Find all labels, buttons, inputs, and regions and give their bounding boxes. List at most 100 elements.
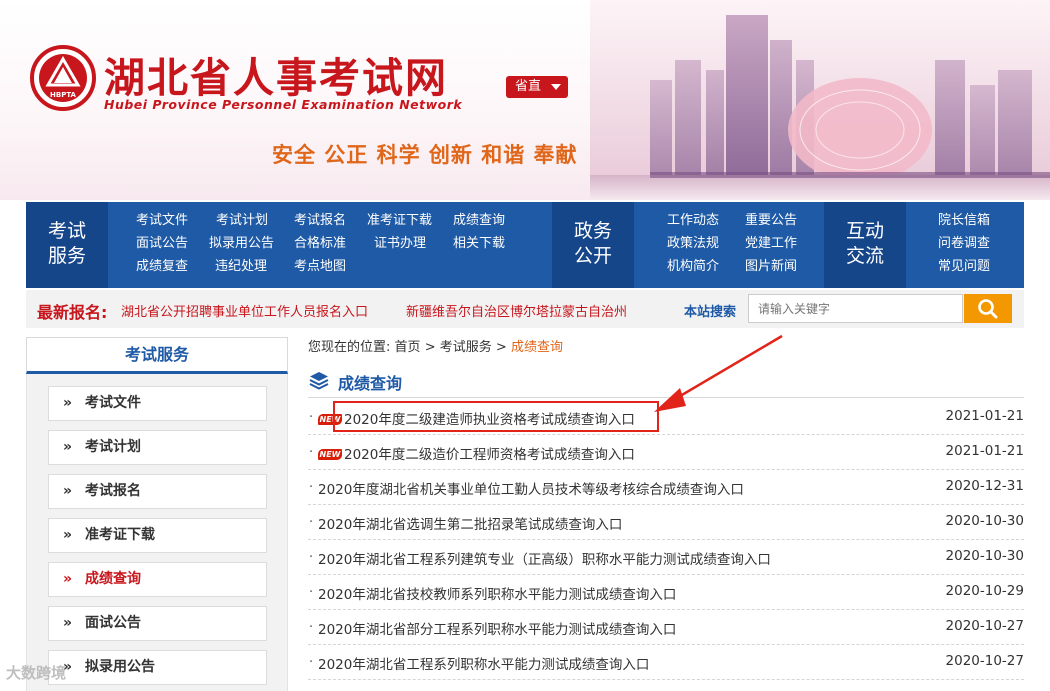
- latest-label: 最新报名:: [37, 303, 108, 322]
- logo-text: HBPTA: [50, 91, 77, 99]
- sidebar-item-label: 拟录用公告: [85, 659, 155, 675]
- nav-link[interactable]: 面试公告: [136, 235, 216, 253]
- nav-link[interactable]: 考试报名: [294, 212, 367, 230]
- breadcrumb-exam-service[interactable]: 考试服务: [440, 340, 492, 355]
- city-skyline-banner: [590, 0, 1050, 200]
- nav-link[interactable]: 考试文件: [136, 212, 216, 230]
- list-item-title[interactable]: 2020年湖北省部分工程系列职称水平能力测试成绩查询入口: [318, 618, 676, 638]
- sidebar-item-admission-ticket[interactable]: » 准考证下载: [48, 518, 267, 553]
- list-item[interactable]: · 2020年度湖北省机关事业单位工勤人员技术等级考核综合成绩查询入口 2020…: [308, 470, 1024, 505]
- nav-link[interactable]: 重要公告: [745, 212, 815, 230]
- sidebar-item-label: 考试报名: [85, 483, 141, 499]
- nav-link[interactable]: 准考证下载: [367, 212, 453, 230]
- search-button[interactable]: [964, 294, 1012, 323]
- list-item[interactable]: · NEW 2020年度二级造价工程师资格考试成绩查询入口 2021-01-21: [308, 435, 1024, 470]
- list-item-date: 2020-10-30: [945, 548, 1024, 564]
- nav-link[interactable]: 政策法规: [667, 235, 745, 253]
- double-chevron-icon: »: [63, 659, 73, 675]
- watermark: 大数跨境: [6, 664, 67, 682]
- list-item[interactable]: · 2020年湖北省工程系列建筑专业（正高级）职称水平能力测试成绩查询入口 20…: [308, 540, 1024, 575]
- nav-link[interactable]: 工作动态: [667, 212, 745, 230]
- breadcrumb-separator: >: [495, 340, 507, 355]
- nav-link[interactable]: 机构简介: [667, 258, 745, 276]
- latest-item[interactable]: 湖北省公开招聘事业单位工作人员报名入口: [121, 301, 368, 320]
- list-item-text: 2020年度二级造价工程师资格考试成绩查询入口: [344, 447, 635, 463]
- double-chevron-icon: »: [63, 483, 73, 499]
- hbpta-logo: HBPTA: [30, 45, 96, 111]
- list-item-title[interactable]: 2020年湖北省选调生第二批招录笔试成绩查询入口: [318, 513, 622, 533]
- caret-down-icon: [551, 84, 561, 90]
- site-title[interactable]: 湖北省人事考试网: [104, 44, 448, 104]
- list-item[interactable]: · 2020年湖北省工程系列职称水平能力测试成绩查询入口 2020-10-27: [308, 645, 1024, 680]
- double-chevron-icon: »: [63, 439, 73, 455]
- double-chevron-icon: »: [63, 615, 73, 631]
- section-title: 成绩查询: [338, 374, 403, 393]
- list-item-title[interactable]: 2020年湖北省工程系列职称水平能力测试成绩查询入口: [318, 653, 649, 673]
- sidebar-item-exam-docs[interactable]: » 考试文件: [48, 386, 267, 421]
- list-item[interactable]: · 2020年湖北省选调生第二批招录笔试成绩查询入口 2020-10-30: [308, 505, 1024, 540]
- nav-link[interactable]: 考试计划: [216, 212, 294, 230]
- sidebar-item-score-query[interactable]: » 成绩查询: [48, 562, 267, 597]
- nav-block-interaction[interactable]: 互动 交流: [824, 202, 906, 288]
- sidebar-item-exam-plan[interactable]: » 考试计划: [48, 430, 267, 465]
- list-item[interactable]: · 2020年湖北省技校教师系列职称水平能力测试成绩查询入口 2020-10-2…: [308, 575, 1024, 610]
- nav-link[interactable]: 院长信箱: [938, 212, 1008, 230]
- nav-link[interactable]: 拟录用公告: [209, 235, 294, 253]
- sidebar-item-hiring-notice[interactable]: » 拟录用公告: [48, 650, 267, 685]
- breadcrumb-home[interactable]: 首页: [395, 340, 421, 355]
- nav-link[interactable]: 问卷调查: [938, 235, 1008, 253]
- nav-exam-links: 考试文件 考试计划 考试报名 准考证下载 成绩查询 面试公告 拟录用公告 合格标…: [136, 212, 513, 276]
- list-item-date: 2020-10-27: [945, 653, 1024, 669]
- site-subtitle: Hubei Province Personnel Examination Net…: [104, 97, 463, 112]
- latest-signup-bar: 最新报名: 湖北省公开招聘事业单位工作人员报名入口 新疆维吾尔自治区博尔塔拉蒙古…: [26, 290, 1024, 328]
- list-item-title[interactable]: 2020年湖北省技校教师系列职称水平能力测试成绩查询入口: [318, 583, 676, 603]
- search-input[interactable]: [748, 294, 963, 323]
- nav-gov-links: 工作动态 重要公告 政策法规 党建工作 机构简介 图片新闻: [667, 212, 815, 276]
- double-chevron-icon: »: [63, 571, 73, 587]
- nav-link[interactable]: 相关下载: [453, 235, 513, 253]
- nav-link[interactable]: 常见问题: [938, 258, 1008, 276]
- bullet: ·: [309, 410, 314, 425]
- nav-link[interactable]: 证书办理: [367, 235, 453, 253]
- list-item[interactable]: · 2020年湖北省部分工程系列职称水平能力测试成绩查询入口 2020-10-2…: [308, 610, 1024, 645]
- annotation-arrow-icon: [654, 334, 783, 412]
- nav-link[interactable]: 违纪处理: [215, 258, 294, 276]
- latest-item[interactable]: 新疆维吾尔自治区博尔塔拉蒙古自治州: [406, 301, 642, 320]
- bullet: ·: [309, 655, 314, 670]
- double-chevron-icon: »: [63, 395, 73, 411]
- region-select[interactable]: 省直: [506, 76, 568, 98]
- highlight-box: [333, 401, 659, 432]
- site-header: HBPTA 湖北省人事考试网 Hubei Province Personnel …: [0, 0, 1050, 200]
- nav-block-exam-service[interactable]: 考试 服务: [26, 202, 108, 288]
- nav-link[interactable]: 图片新闻: [745, 258, 815, 276]
- sidebar-item-label: 准考证下载: [85, 527, 155, 543]
- page: HBPTA 湖北省人事考试网 Hubei Province Personnel …: [0, 0, 1050, 691]
- nav-link[interactable]: 成绩复查: [136, 258, 216, 276]
- nav-block-label: 政务 公开: [573, 220, 612, 267]
- bullet: ·: [309, 445, 314, 460]
- bullet: ·: [309, 585, 314, 600]
- sidebar-item-registration[interactable]: » 考试报名: [48, 474, 267, 509]
- bullet: ·: [309, 515, 314, 530]
- nav-link[interactable]: 成绩查询: [453, 212, 513, 230]
- nav-block-government[interactable]: 政务 公开: [552, 202, 634, 288]
- list-item-title[interactable]: NEW 2020年度二级造价工程师资格考试成绩查询入口: [318, 443, 635, 463]
- list-item-date: 2020-12-31: [945, 478, 1024, 494]
- list-item-title[interactable]: 2020年度湖北省机关事业单位工勤人员技术等级考核综合成绩查询入口: [318, 478, 744, 498]
- list-item-date: 2020-10-30: [945, 513, 1024, 529]
- sidebar-item-label: 考试文件: [85, 395, 141, 411]
- nav-interact-links: 院长信箱 问卷调查 常见问题: [938, 212, 1008, 276]
- bullet: ·: [309, 550, 314, 565]
- search-icon: [978, 299, 998, 319]
- double-chevron-icon: »: [63, 527, 73, 543]
- list-item-date: 2021-01-21: [945, 408, 1024, 424]
- nav-link[interactable]: 考点地图: [294, 258, 367, 276]
- list-item-title[interactable]: 2020年湖北省工程系列建筑专业（正高级）职称水平能力测试成绩查询入口: [318, 548, 771, 568]
- region-select-value: 省直: [515, 79, 542, 94]
- breadcrumb-current: 成绩查询: [510, 340, 563, 355]
- nav-link[interactable]: 合格标准: [294, 235, 367, 253]
- sidebar-item-interview-notice[interactable]: » 面试公告: [48, 606, 267, 641]
- nav-link[interactable]: 党建工作: [745, 235, 815, 253]
- nav-block-label: 考试 服务: [47, 220, 86, 267]
- bullet: ·: [309, 620, 314, 635]
